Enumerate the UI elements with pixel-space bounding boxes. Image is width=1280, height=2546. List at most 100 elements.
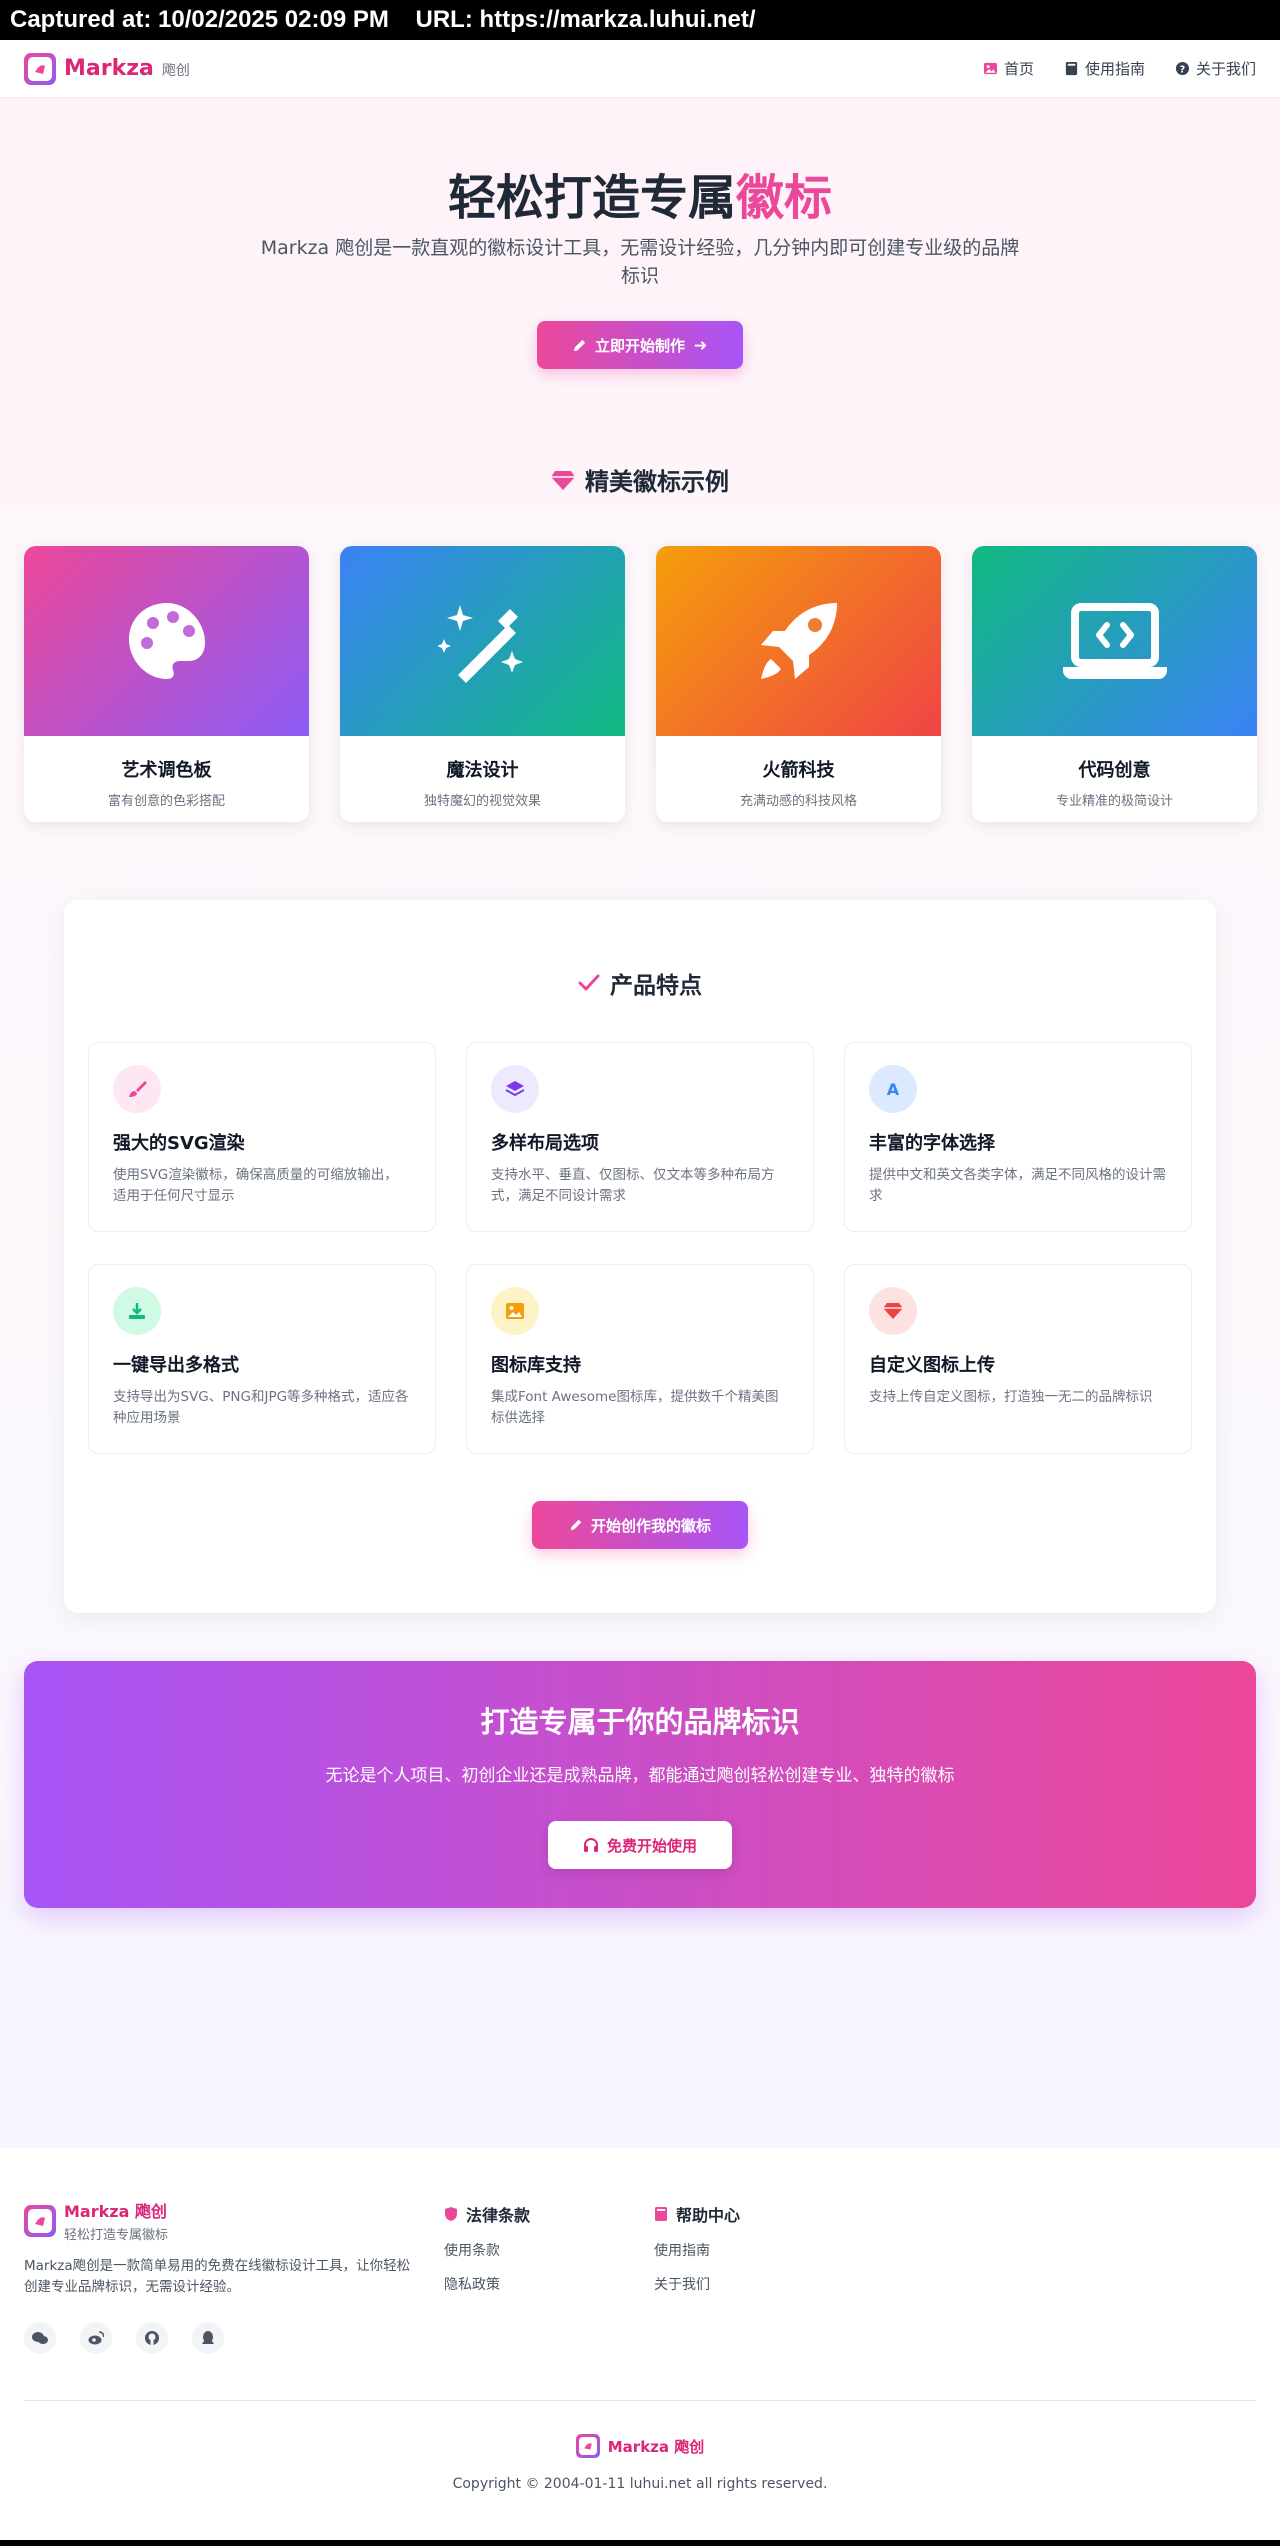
nav-guide-label: 使用指南	[1084, 60, 1145, 78]
image-icon	[491, 1287, 539, 1335]
footer-legal-heading: 法律条款	[444, 2202, 530, 2226]
feature-name: 一键导出多格式	[113, 1355, 239, 1376]
example-card-magic[interactable]: 魔法设计 独特魔幻的视觉效果	[340, 546, 625, 822]
svg-text:?: ?	[1180, 64, 1185, 75]
feature-description: 集成Font Awesome图标库，提供数千个精美图标供选择	[491, 1389, 779, 1426]
book-icon	[1065, 61, 1078, 76]
examples-title: 精美徽标示例	[585, 468, 729, 496]
bottom-edge-bar	[0, 2540, 1280, 2546]
example-card-rocket[interactable]: 火箭科技 充满动感的科技风格	[656, 546, 941, 822]
feature-card-layout: 多样布局选项 支持水平、垂直、仅图标、仅文本等多种布局方式，满足不同设计需求	[466, 1042, 814, 1232]
free-start-button[interactable]: 免费开始使用	[548, 1821, 732, 1869]
nav-guide[interactable]: 使用指南	[1064, 58, 1145, 79]
wechat-icon[interactable]	[24, 2322, 56, 2354]
arrow-right-icon	[694, 340, 707, 350]
footer-legal-title: 法律条款	[466, 2206, 531, 2225]
example-card-title: 魔法设计	[446, 760, 519, 781]
example-card-title: 艺术调色板	[121, 760, 212, 781]
footer-legal-column: 法律条款 使用条款 隐私政策	[444, 2202, 530, 2294]
check-icon	[578, 974, 600, 991]
rocket-icon	[760, 603, 837, 679]
copyright-text: Copyright © 2004-01-11 luhui.net all rig…	[452, 2476, 828, 2492]
brand-name: Markza	[64, 56, 154, 81]
feature-card-icons: 图标库支持 集成Font Awesome图标库，提供数千个精美图标供选择	[466, 1264, 814, 1454]
feature-description: 使用SVG渲染徽标，确保高质量的可缩放输出，适用于任何尺寸显示	[113, 1167, 398, 1204]
examples-heading: 精美徽标示例	[0, 462, 1280, 497]
create-logo-label: 开始创作我的徽标	[590, 1516, 711, 1535]
footer-help-title: 帮助中心	[676, 2206, 741, 2225]
footer-link-guide[interactable]: 使用指南	[654, 2240, 740, 2260]
logo-icon	[24, 52, 56, 85]
example-card-title: 火箭科技	[762, 760, 835, 781]
headset-icon	[583, 1837, 598, 1852]
footer-mini-brand-name: Markza 飑创	[607, 2437, 705, 2456]
svg-text:A: A	[887, 1080, 900, 1099]
logo-icon	[24, 2204, 56, 2237]
hero-description: Markza 飑创是一款直观的徽标设计工具，无需设计经验，几分钟内即可创建专业级…	[260, 237, 1020, 287]
feature-description: 支持上传自定义图标，打造独一无二的品牌标识	[869, 1389, 1153, 1405]
example-card-subtitle: 富有创意的色彩搭配	[107, 794, 225, 809]
features-title: 产品特点	[610, 973, 702, 999]
example-card-title: 代码创意	[1078, 760, 1151, 781]
feature-card-upload: 自定义图标上传 支持上传自定义图标，打造独一无二的品牌标识	[844, 1264, 1192, 1454]
nav-about-label: 关于我们	[1195, 60, 1256, 78]
brand-subtitle: 飑创	[161, 63, 190, 79]
footer-help-column: 帮助中心 使用指南 关于我们	[654, 2202, 740, 2294]
feature-description: 提供中文和英文各类字体，满足不同风格的设计需求	[869, 1167, 1166, 1204]
question-circle-icon: ?	[1175, 61, 1190, 75]
download-icon	[113, 1287, 161, 1335]
feature-description: 支持导出为SVG、PNG和JPG等多种格式，适应各种应用场景	[113, 1389, 409, 1426]
features-panel: 产品特点 强大的SVG渲染 使用SVG渲染徽标，确保高质量的可缩放输出，适用于任…	[64, 900, 1216, 1613]
palette-icon	[128, 603, 205, 679]
nav-links: 首页 使用指南 ? 关于我们	[983, 58, 1256, 79]
feature-card-svg: 强大的SVG渲染 使用SVG渲染徽标，确保高质量的可缩放输出，适用于任何尺寸显示	[88, 1042, 436, 1232]
hero-title-main: 轻松打造专属	[447, 170, 736, 226]
footer-link-privacy[interactable]: 隐私政策	[444, 2274, 530, 2294]
site-footer: Markza 飑创 轻松打造专属徽标 Markza飑创是一款简单易用的免费在线徽…	[0, 2148, 1280, 2540]
font-icon: A	[869, 1065, 917, 1113]
example-card-subtitle: 充满动感的科技风格	[739, 794, 857, 809]
example-card-subtitle: 独特魔幻的视觉效果	[423, 794, 541, 809]
example-card-palette[interactable]: 艺术调色板 富有创意的色彩搭配	[24, 546, 309, 822]
gem-icon	[869, 1287, 917, 1335]
top-navbar: Markza 飑创 首页 使用指南 ? 关于我们	[0, 40, 1280, 98]
feature-name: 丰富的字体选择	[869, 1133, 995, 1154]
footer-brand-name: Markza 飑创	[64, 2202, 167, 2221]
free-start-label: 免费开始使用	[606, 1836, 697, 1855]
image-icon	[983, 62, 998, 75]
start-now-label: 立即开始制作	[594, 336, 685, 355]
feature-card-export: 一键导出多格式 支持导出为SVG、PNG和JPG等多种格式，适应各种应用场景	[88, 1264, 436, 1454]
footer-brand-tagline: 轻松打造专属徽标	[64, 2228, 169, 2243]
example-card-code[interactable]: 代码创意 专业精准的极简设计	[972, 546, 1257, 822]
brush-icon	[113, 1065, 161, 1113]
weibo-icon[interactable]	[80, 2322, 112, 2354]
feature-name: 自定义图标上传	[869, 1355, 995, 1376]
qq-icon[interactable]	[192, 2322, 224, 2354]
cta-title: 打造专属于你的品牌标识	[480, 1705, 800, 1739]
footer-description: Markza飑创是一款简单易用的免费在线徽标设计工具，让你轻松创建专业品牌标识，…	[24, 2258, 411, 2295]
nav-home[interactable]: 首页	[983, 58, 1034, 79]
social-links	[24, 2322, 224, 2354]
cta-banner: 打造专属于你的品牌标识 无论是个人项目、初创企业还是成熟品牌，都能通过飑创轻松创…	[24, 1661, 1256, 1908]
nav-about[interactable]: ? 关于我们	[1175, 58, 1256, 79]
feature-name: 图标库支持	[491, 1355, 581, 1376]
pencil-icon	[570, 1519, 582, 1531]
start-now-button[interactable]: 立即开始制作	[537, 321, 743, 369]
shield-icon	[445, 2207, 457, 2221]
brand-logo-link[interactable]: Markza 飑创	[24, 52, 190, 85]
capture-info-bar: Captured at: 10/02/2025 02:09 PM URL: ht…	[0, 0, 1280, 40]
create-logo-button[interactable]: 开始创作我的徽标	[532, 1501, 748, 1549]
laptop-code-icon	[1062, 603, 1167, 679]
github-icon[interactable]	[136, 2322, 168, 2354]
book-icon	[655, 2207, 667, 2221]
feature-card-fonts: A 丰富的字体选择 提供中文和英文各类字体，满足不同风格的设计需求	[844, 1042, 1192, 1232]
footer-link-about[interactable]: 关于我们	[654, 2274, 740, 2294]
footer-brand[interactable]: Markza 飑创 轻松打造专属徽标	[24, 2198, 168, 2243]
layers-icon	[491, 1065, 539, 1113]
example-card-subtitle: 专业精准的极简设计	[1055, 794, 1173, 809]
feature-name: 多样布局选项	[491, 1133, 599, 1154]
feature-description: 支持水平、垂直、仅图标、仅文本等多种布局方式，满足不同设计需求	[491, 1167, 775, 1204]
footer-link-terms[interactable]: 使用条款	[444, 2240, 530, 2260]
hero-title-highlight: 徽标	[736, 170, 833, 226]
features-heading: 产品特点	[64, 966, 1216, 1000]
